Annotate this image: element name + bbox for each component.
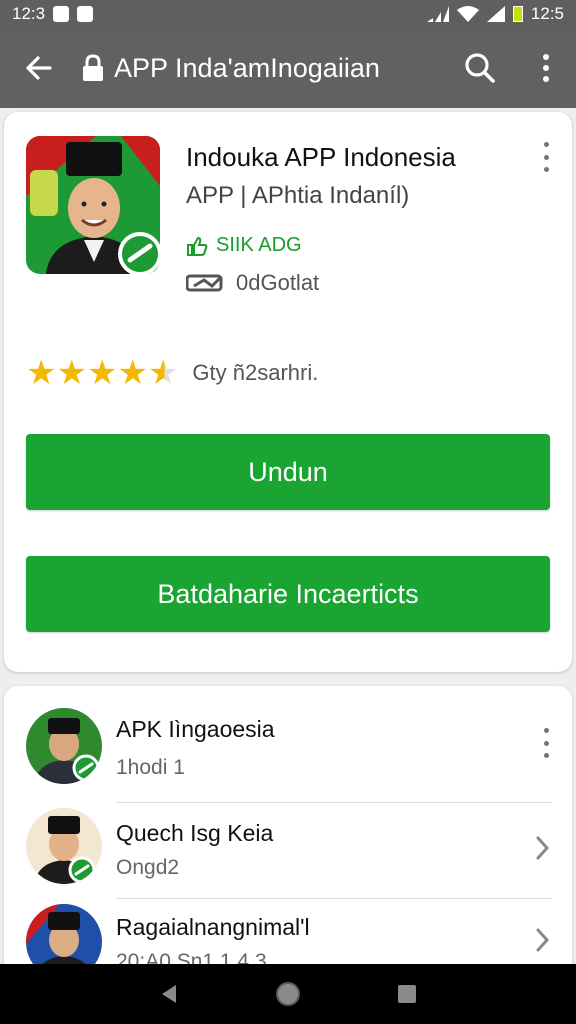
- nav-home-button[interactable]: [264, 970, 312, 1018]
- divider: [116, 802, 552, 803]
- chevron-right-icon: [536, 928, 550, 952]
- thumb-up-icon: [187, 236, 208, 256]
- badge-label: SIIK ADG: [216, 234, 302, 256]
- nav-recents-button[interactable]: [383, 970, 431, 1018]
- avatar: [26, 708, 102, 784]
- more-vert-icon: [543, 728, 549, 733]
- list-item[interactable]: APK Iìngaoesia 1hodi 1: [4, 706, 572, 806]
- app-name: Indouka APP Indonesia: [186, 142, 456, 172]
- square-recents-icon: [397, 985, 416, 1003]
- list-item-title: APK Iìngaoesia: [116, 716, 275, 742]
- secondary-action-button[interactable]: Batdaharie Incaerticts: [26, 556, 550, 632]
- status-time-right: 12:5: [530, 4, 564, 23]
- signal-icon: [426, 6, 449, 22]
- app-icon: [26, 136, 160, 274]
- star-icon: ★: [56, 354, 87, 392]
- overflow-menu-button[interactable]: [526, 46, 566, 90]
- battery-icon: [512, 6, 523, 22]
- star-icon: ★: [86, 354, 118, 392]
- related-apps-list: APK Iìngaoesia 1hodi 1 Quech Isg Keia On…: [4, 686, 572, 986]
- search-icon: [465, 53, 495, 83]
- download-button[interactable]: Undun: [26, 434, 550, 510]
- chevron-right-icon: [536, 836, 550, 860]
- avatar: [26, 808, 102, 884]
- rating-text: Gty ñ2sarhri.: [192, 360, 319, 385]
- app-bar: APP Inda'amInogaiian: [0, 28, 576, 108]
- more-vert-icon: [543, 54, 549, 60]
- list-item-overflow-button[interactable]: [536, 728, 556, 758]
- wifi-icon: [456, 6, 479, 22]
- list-item-title: Ragaialnangnimal'l: [116, 914, 310, 940]
- page-title: APP Inda'amInogaiian: [114, 52, 380, 83]
- circle-home-icon: [275, 982, 300, 1006]
- cell-signal-icon: [486, 6, 505, 22]
- arrow-back-icon: [26, 56, 52, 80]
- rating-row: ★ ★ ★ ★ ★ Gty ñ2sarhri.: [26, 356, 318, 390]
- list-item-title: Quech Isg Keia: [116, 820, 274, 846]
- lock-icon: [78, 54, 108, 82]
- list-item-subtitle: 1hodi 1: [116, 756, 185, 779]
- list-item-subtitle: Ongd2: [116, 856, 180, 879]
- star-half-icon: ★: [147, 354, 179, 392]
- back-button[interactable]: [0, 28, 78, 108]
- triangle-back-icon: [162, 985, 177, 1003]
- star-icon: ★: [117, 354, 148, 392]
- notification-icon-2: [77, 6, 94, 22]
- tag-icon: [186, 274, 223, 292]
- status-time-left: 12:3: [12, 4, 46, 23]
- nav-back-button[interactable]: [145, 970, 193, 1018]
- app-info: 0dGotlat: [186, 270, 319, 296]
- list-item[interactable]: Quech Isg Keia Ongd2: [4, 806, 572, 906]
- search-button[interactable]: [458, 46, 502, 90]
- app-detail-card: Indouka APP Indonesia APP | APhtia Indan…: [4, 112, 572, 672]
- more-vert-icon: [543, 142, 549, 147]
- notification-icon: [53, 6, 70, 22]
- status-bar: 12:3 12:5: [0, 0, 576, 28]
- system-nav-bar: [0, 964, 576, 1024]
- app-overflow-button[interactable]: [536, 142, 556, 172]
- app-badge: SIIK ADG: [186, 234, 302, 257]
- divider: [116, 898, 552, 899]
- info-label: 0dGotlat: [236, 270, 320, 295]
- app-subtitle: APP | APhtia Indaníl): [186, 182, 410, 209]
- star-icon: ★: [26, 354, 57, 392]
